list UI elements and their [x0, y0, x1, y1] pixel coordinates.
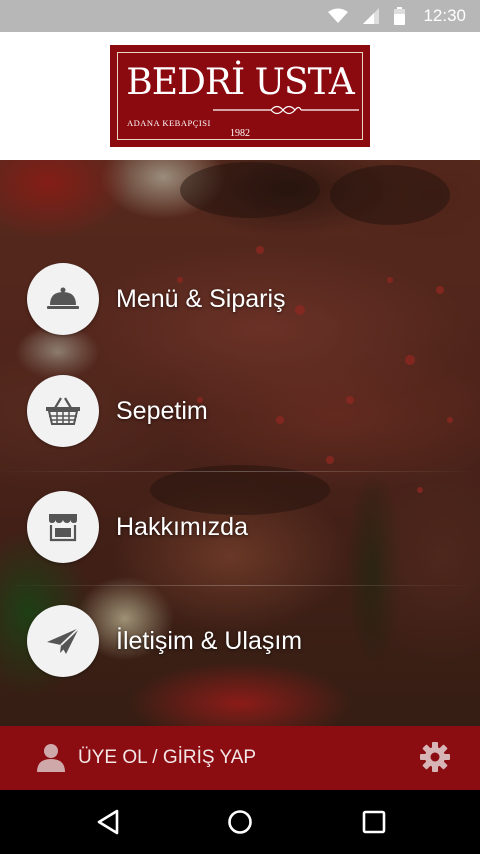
menu-item-about-icon-circle — [27, 491, 99, 563]
brand-logo: BEDRİ USTA ADANA KEBAPÇISI 1982 — [110, 45, 370, 147]
user-icon[interactable] — [36, 742, 66, 772]
recents-icon[interactable] — [361, 808, 387, 836]
gear-icon[interactable] — [419, 741, 451, 773]
basket-icon — [46, 397, 80, 425]
home-icon[interactable] — [227, 808, 253, 836]
menu-item-contact-icon-circle — [27, 605, 99, 677]
menu-item-basket[interactable]: Sepetim — [0, 356, 480, 466]
logo-title: BEDRİ USTA — [126, 62, 354, 103]
menu-item-order[interactable]: Menü & Sipariş — [0, 244, 480, 354]
app-header: BEDRİ USTA ADANA KEBAPÇISI 1982 — [0, 32, 480, 160]
cell-signal-icon — [363, 8, 380, 24]
login-bar: ÜYE OL / GİRİŞ YAP — [0, 726, 480, 790]
logo-subtitle: ADANA KEBAPÇISI — [127, 118, 211, 128]
menu-item-contact-label: İletişim & Ulaşım — [116, 626, 303, 655]
menu-item-basket-label: Sepetim — [116, 396, 208, 425]
login-register-button[interactable]: ÜYE OL / GİRİŞ YAP — [78, 747, 256, 769]
menu-item-order-icon-circle — [27, 263, 99, 335]
wifi-icon — [328, 8, 349, 23]
back-icon[interactable] — [95, 808, 121, 836]
logo-flourish — [213, 105, 359, 115]
menu-item-order-label: Menü & Sipariş — [116, 284, 286, 313]
menu-item-about[interactable]: Hakkımızda — [0, 472, 480, 582]
battery-icon — [394, 7, 406, 25]
paper-plane-icon — [47, 627, 80, 654]
storefront-icon — [49, 514, 77, 542]
menu-item-basket-icon-circle — [27, 375, 99, 447]
logo-year: 1982 — [230, 128, 250, 139]
food-background: Menü & Sipariş Sepetim Hakkımızda İletiş… — [0, 160, 480, 726]
cloche-icon — [47, 287, 79, 309]
system-nav-bar — [0, 790, 480, 854]
status-time: 12:30 — [423, 6, 466, 25]
main-menu: Menü & Sipariş Sepetim Hakkımızda İletiş… — [0, 160, 480, 726]
status-bar: 12:30 — [0, 0, 480, 32]
menu-item-about-label: Hakkımızda — [116, 512, 248, 541]
menu-item-contact[interactable]: İletişim & Ulaşım — [0, 586, 480, 696]
